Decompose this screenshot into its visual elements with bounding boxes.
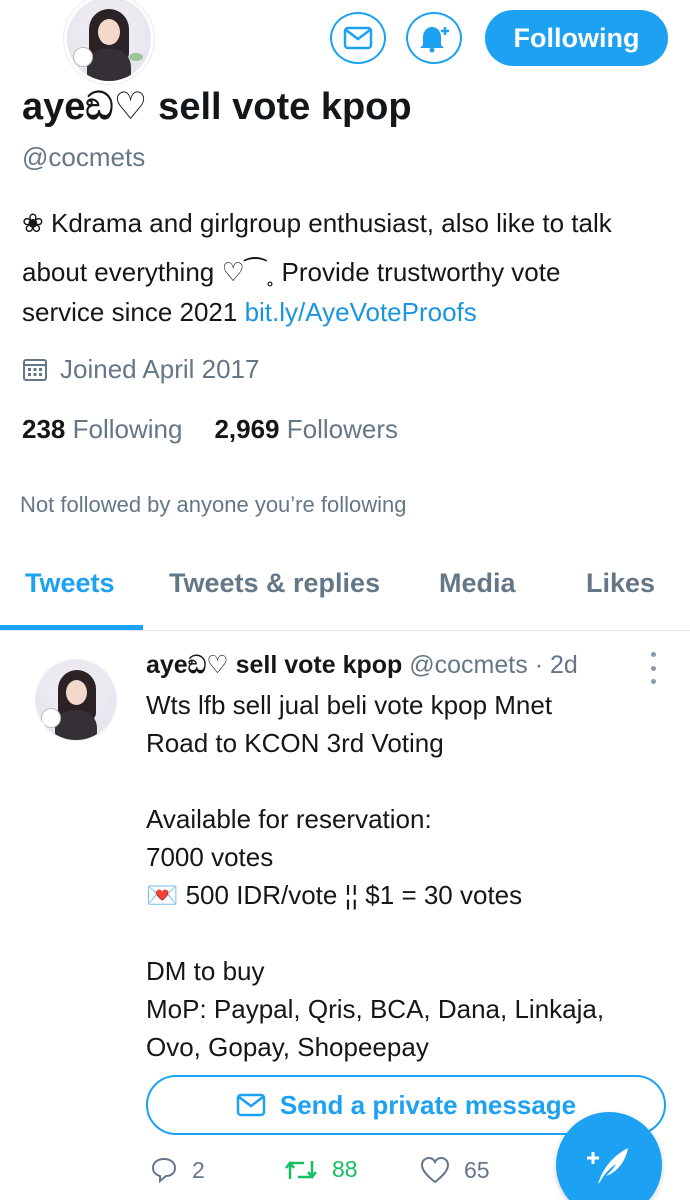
message-button[interactable] bbox=[330, 12, 386, 64]
profile-page: Following ayeඞ♡ sell vote kpop @cocmets … bbox=[0, 0, 690, 1200]
tweet-actions: 2 88 65 bbox=[146, 1156, 626, 1196]
active-tab-indicator bbox=[0, 625, 143, 630]
more-dot bbox=[650, 665, 656, 671]
more-dot bbox=[650, 679, 656, 684]
followers-count-value: 2,969 bbox=[214, 414, 280, 444]
notify-button[interactable] bbox=[406, 12, 462, 64]
like-count: 65 bbox=[464, 1156, 490, 1183]
mail-icon bbox=[236, 1093, 266, 1117]
tweet-line: DM to buy bbox=[146, 956, 265, 986]
profile-handle: @cocmets bbox=[22, 142, 146, 172]
avatar-face bbox=[98, 19, 120, 45]
tab-tweets[interactable]: Tweets bbox=[25, 568, 115, 599]
bio-line-3: service since 2021 bit.ly/AyeVoteProofs bbox=[22, 292, 682, 332]
avatar-bunny bbox=[73, 47, 93, 67]
heart-icon bbox=[420, 1156, 450, 1184]
retweet-count: 88 bbox=[332, 1156, 358, 1182]
profile-bio: ❀ Kdrama and girlgroup enthusiast, also … bbox=[22, 200, 682, 332]
tweet-avatar-body bbox=[55, 710, 97, 740]
reply-icon bbox=[151, 1157, 177, 1184]
tweet-line: Available for reservation: bbox=[146, 804, 432, 834]
tweet-avatar-bunny bbox=[41, 708, 61, 728]
following-count-value: 238 bbox=[22, 414, 66, 444]
tweet-time: · 2d bbox=[534, 651, 578, 679]
compose-feather-icon bbox=[587, 1148, 628, 1184]
bio-line-1: ❀ Kdrama and girlgroup enthusiast, also … bbox=[22, 208, 612, 238]
tweet-author-handle[interactable]: @cocmets bbox=[409, 651, 527, 679]
profile-avatar[interactable] bbox=[64, 0, 154, 84]
profile-tabs: Tweets Tweets & replies Media Likes bbox=[0, 550, 690, 631]
avatar-leaf bbox=[129, 53, 143, 61]
reply-action[interactable]: 2 bbox=[150, 1156, 205, 1184]
bio-link[interactable]: bit.ly/AyeVoteProofs bbox=[245, 297, 477, 327]
mail-icon bbox=[343, 26, 373, 50]
tweet-line: Wts lfb sell jual beli vote kpop Mnet bbox=[146, 690, 553, 720]
send-private-message-label: Send a private message bbox=[279, 1089, 577, 1120]
tweet-line: Ovo, Gopay, Shopeepay bbox=[146, 1032, 429, 1062]
retweet-icon bbox=[285, 1160, 317, 1179]
tweet-line: 💌 500 IDR/vote ¦¦ $1 = 30 votes bbox=[146, 880, 523, 910]
more-options-icon[interactable] bbox=[648, 652, 658, 684]
avatar-image bbox=[67, 0, 151, 81]
avatar-body bbox=[87, 49, 131, 81]
following-button[interactable]: Following bbox=[485, 10, 668, 66]
tab-media[interactable]: Media bbox=[439, 568, 516, 599]
tweet-line: MoP: Paypal, Qris, BCA, Dana, Linkaja, bbox=[146, 994, 605, 1024]
tweet-line bbox=[146, 914, 676, 952]
tweet-header: ayeඞ♡ sell vote kpop @cocmets · 2d bbox=[146, 650, 578, 680]
reply-count: 2 bbox=[192, 1156, 205, 1183]
tweet-line bbox=[146, 762, 676, 800]
tab-likes[interactable]: Likes bbox=[586, 568, 655, 599]
profile-display-name: ayeඞ♡ sell vote kpop bbox=[22, 86, 412, 128]
like-action[interactable]: 65 bbox=[420, 1156, 490, 1184]
joined-date: Joined April 2017 bbox=[22, 354, 259, 385]
not-followed-note: Not followed by anyone you’re following bbox=[20, 492, 407, 517]
tweet-author-name[interactable]: ayeඞ♡ sell vote kpop bbox=[146, 651, 402, 679]
bio-line-2: about everything ♡⁀˳ Provide trustworthy… bbox=[22, 257, 561, 287]
followers-count-label: Followers bbox=[286, 414, 399, 444]
more-dot bbox=[650, 652, 656, 657]
bell-plus-icon bbox=[420, 27, 449, 53]
calendar-icon bbox=[23, 358, 47, 381]
tweet-avatar[interactable] bbox=[36, 660, 116, 740]
bio-line-3-text: service since 2021 bbox=[22, 297, 245, 327]
retweet-action[interactable]: 88 bbox=[284, 1156, 358, 1183]
tweet-text: Wts lfb sell jual beli vote kpop Mnet Ro… bbox=[146, 686, 676, 1066]
tweet-avatar-image bbox=[36, 660, 116, 740]
tweet-line: Road to KCON 3rd Voting bbox=[146, 728, 444, 758]
followers-count[interactable]: 2,969 Followers bbox=[214, 414, 398, 445]
joined-text: Joined April 2017 bbox=[60, 354, 260, 384]
following-count[interactable]: 238 Following bbox=[22, 414, 182, 445]
tab-tweets-replies[interactable]: Tweets & replies bbox=[169, 568, 380, 599]
tweet-line: 7000 votes bbox=[146, 842, 274, 872]
tweet-avatar-face bbox=[66, 680, 87, 705]
following-count-label: Following bbox=[72, 414, 183, 444]
follow-counts: 238 Following 2,969 Followers bbox=[22, 414, 398, 445]
